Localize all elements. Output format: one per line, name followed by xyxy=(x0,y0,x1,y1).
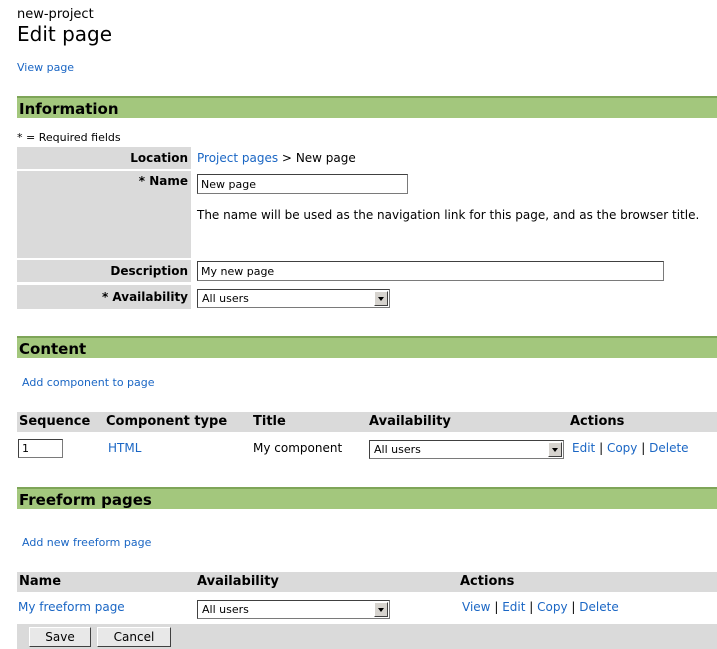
location-breadcrumb: Project pages > New page xyxy=(197,147,356,169)
save-button[interactable]: Save xyxy=(29,627,91,647)
content-table-header: Sequence Component type Title Availabili… xyxy=(17,412,717,432)
description-label: Description xyxy=(17,260,191,282)
component-availability-value: All users xyxy=(374,443,421,456)
name-input[interactable] xyxy=(197,174,408,194)
action-separator: | xyxy=(599,441,604,455)
freeform-availability-value: All users xyxy=(202,603,249,616)
component-availability-select[interactable]: All users xyxy=(369,440,564,459)
freeform-table-header: Name Availability Actions xyxy=(17,572,717,592)
required-fields-note: * = Required fields xyxy=(17,131,121,144)
freeform-availability-select[interactable]: All users xyxy=(197,600,390,619)
col-component-type: Component type xyxy=(106,414,228,429)
freeform-edit-link[interactable]: Edit xyxy=(502,600,525,614)
description-input[interactable] xyxy=(197,261,664,281)
action-separator: | xyxy=(494,600,499,614)
action-separator: | xyxy=(529,600,534,614)
project-name: new-project xyxy=(17,7,94,22)
breadcrumb-separator: > xyxy=(281,151,292,165)
location-label: Location xyxy=(17,147,191,169)
name-label: * Name xyxy=(17,171,191,258)
add-component-link[interactable]: Add component to page xyxy=(22,376,155,389)
availability-label: * Availability xyxy=(17,285,191,309)
col-actions: Actions xyxy=(570,414,625,429)
freeform-section-header: Freeform pages xyxy=(17,487,717,509)
view-page-link[interactable]: View page xyxy=(17,61,74,74)
name-help-text: The name will be used as the navigation … xyxy=(197,208,700,222)
component-actions: Edit | Copy | Delete xyxy=(572,441,689,455)
freeform-delete-link[interactable]: Delete xyxy=(579,600,618,614)
component-type-link[interactable]: HTML xyxy=(108,441,141,455)
col-availability: Availability xyxy=(369,414,451,429)
freeform-view-link[interactable]: View xyxy=(462,600,490,614)
page-title: Edit page xyxy=(17,22,113,46)
action-separator: | xyxy=(571,600,576,614)
col-name: Name xyxy=(19,574,62,589)
component-title: My component xyxy=(253,441,343,455)
content-section-header: Content xyxy=(17,336,717,358)
col-sequence: Sequence xyxy=(19,414,91,429)
col-title: Title xyxy=(253,414,286,429)
freeform-page-link[interactable]: My freeform page xyxy=(18,600,125,614)
freeform-actions: View | Edit | Copy | Delete xyxy=(462,600,619,614)
breadcrumb-current: New page xyxy=(295,151,356,165)
availability-select-value: All users xyxy=(202,292,249,305)
add-freeform-page-link[interactable]: Add new freeform page xyxy=(22,536,151,549)
dropdown-arrow-icon[interactable] xyxy=(548,442,562,457)
information-section-header: Information xyxy=(17,96,717,118)
freeform-copy-link[interactable]: Copy xyxy=(537,600,567,614)
dropdown-arrow-icon[interactable] xyxy=(374,291,388,306)
availability-select[interactable]: All users xyxy=(197,289,390,308)
col-availability: Availability xyxy=(197,574,279,589)
col-actions: Actions xyxy=(460,574,515,589)
component-delete-link[interactable]: Delete xyxy=(649,441,688,455)
dropdown-arrow-icon[interactable] xyxy=(374,602,388,617)
component-copy-link[interactable]: Copy xyxy=(607,441,637,455)
action-separator: | xyxy=(641,441,646,455)
component-edit-link[interactable]: Edit xyxy=(572,441,595,455)
cancel-button[interactable]: Cancel xyxy=(97,627,171,647)
sequence-input[interactable] xyxy=(18,439,63,458)
project-pages-link[interactable]: Project pages xyxy=(197,151,278,165)
